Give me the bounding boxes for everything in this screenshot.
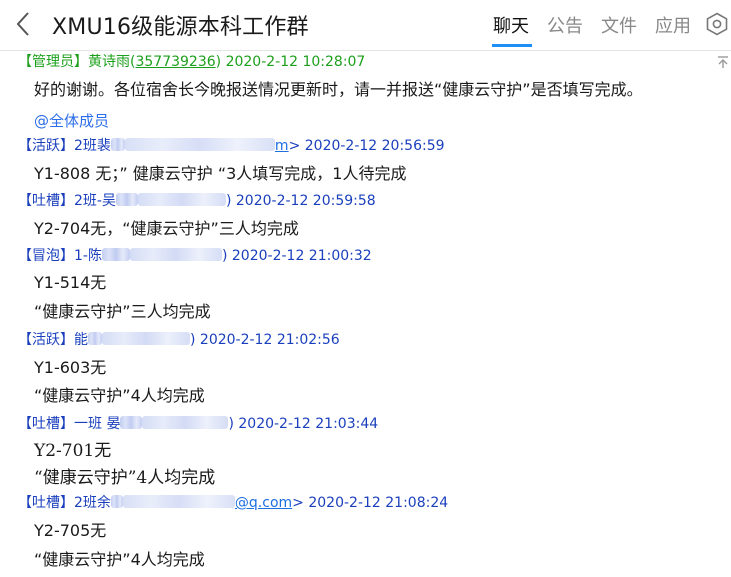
redacted-qq-blur bbox=[142, 416, 229, 429]
sender-close: ) bbox=[225, 193, 232, 209]
sender-qq-link[interactable]: 357739236 bbox=[135, 54, 215, 70]
sender-name[interactable]: 能 bbox=[74, 332, 88, 348]
redacted-qq-blur bbox=[129, 248, 222, 261]
message-text: 好的谢谢。各位宿舍长今晚报送情况更新时，请一并报送“健康云守护”是否填写完成。 bbox=[34, 80, 643, 99]
message-header: 【吐槽】2班余 @q.com> 2020-2-12 21:08:24 bbox=[18, 493, 448, 513]
message-time: 2020-2-12 21:03:44 bbox=[238, 416, 379, 432]
message-text: “健康云守护”4人均完成 bbox=[34, 550, 205, 569]
sender-name[interactable]: 1-陈 bbox=[74, 248, 102, 264]
redacted-qq-blur bbox=[137, 193, 226, 206]
gear-hexagon-icon bbox=[706, 12, 728, 36]
message-text: “健康云守护”4人均完成 bbox=[34, 468, 216, 488]
redacted-email-blur bbox=[122, 495, 235, 508]
member-badge: 【吐槽】 bbox=[18, 416, 74, 432]
message-text: “健康云守护”4人均完成 bbox=[34, 386, 205, 405]
message-text: Y1-514无 bbox=[34, 273, 107, 292]
member-badge: 【吐槽】 bbox=[18, 193, 74, 209]
tab-files[interactable]: 文件 bbox=[601, 12, 637, 38]
sender-name[interactable]: 一班 晏 bbox=[74, 416, 120, 432]
message-time: 2020-2-12 10:28:07 bbox=[225, 54, 366, 70]
sender-name[interactable]: 黄诗雨( bbox=[88, 54, 135, 70]
redacted-blur bbox=[110, 495, 123, 508]
message-header: 【活跃】能) 2020-2-12 21:02:56 bbox=[18, 330, 340, 350]
settings-button[interactable] bbox=[705, 12, 729, 36]
member-badge: 【管理员】 bbox=[18, 54, 88, 70]
message-list[interactable]: 【管理员】黄诗雨(357739236) 2020-2-12 10:28:07 好… bbox=[0, 50, 731, 577]
sender-name[interactable]: 2班余 bbox=[74, 495, 111, 511]
message-header: 【冒泡】1-陈) 2020-2-12 21:00:32 bbox=[18, 246, 372, 266]
redacted-blur bbox=[110, 138, 125, 151]
member-badge: 【吐槽】 bbox=[18, 495, 74, 511]
sender-email-link[interactable]: m bbox=[275, 138, 289, 154]
message-time: 2020-2-12 21:08:24 bbox=[308, 495, 449, 511]
tab-chat[interactable]: 聊天 bbox=[493, 12, 529, 38]
message-text: Y2-701无 bbox=[34, 441, 112, 461]
sender-close: ) bbox=[228, 416, 234, 432]
sender-email-link[interactable]: @q.com bbox=[235, 495, 292, 511]
sender-close: ) bbox=[221, 248, 228, 264]
message-text: “健康云守护”三人均完成 bbox=[34, 302, 211, 321]
redacted-qq-blur bbox=[102, 332, 190, 345]
message-header: 【吐槽】一班 晏) 2020-2-12 21:03:44 bbox=[18, 414, 378, 434]
redacted-blur bbox=[120, 416, 143, 429]
sender-close: > bbox=[292, 495, 304, 511]
sender-close: ) bbox=[215, 54, 222, 70]
tab-announcement[interactable]: 公告 bbox=[547, 12, 583, 38]
chevron-left-icon bbox=[16, 12, 29, 36]
back-button[interactable] bbox=[10, 8, 36, 40]
mention-all[interactable]: @全体成员 bbox=[34, 110, 109, 131]
message-header: 【活跃】2班裴 m> 2020-2-12 20:56:59 bbox=[18, 136, 445, 156]
redacted-blur bbox=[115, 193, 138, 206]
chat-header: XMU16级能源本科工作群 聊天 公告 文件 应用 bbox=[0, 0, 731, 51]
message-time: 2020-2-12 20:59:58 bbox=[235, 193, 376, 209]
message-header: 【吐槽】2班-吴) 2020-2-12 20:59:58 bbox=[18, 191, 376, 211]
group-title: XMU16级能源本科工作群 bbox=[52, 15, 309, 40]
redacted-email-blur bbox=[124, 138, 275, 151]
active-tab-indicator bbox=[492, 44, 532, 47]
sender-close: > bbox=[288, 138, 301, 154]
message-time: 2020-2-12 21:00:32 bbox=[231, 248, 372, 264]
redacted-blur bbox=[88, 332, 102, 345]
sender-close: ) bbox=[190, 332, 196, 348]
sender-name[interactable]: 2班-吴 bbox=[74, 193, 116, 209]
message-text: Y1-808 无；” 健康云守护 “3人填写完成，1人待完成 bbox=[34, 164, 407, 183]
message-text: Y2-705无 bbox=[34, 521, 107, 540]
tab-apps[interactable]: 应用 bbox=[655, 12, 691, 38]
message-header: 【管理员】黄诗雨(357739236) 2020-2-12 10:28:07 bbox=[18, 52, 365, 72]
sender-name[interactable]: 2班裴 bbox=[74, 138, 111, 154]
message-time: 2020-2-12 20:56:59 bbox=[304, 138, 445, 154]
message-text: Y1-603无 bbox=[34, 358, 107, 377]
member-badge: 【活跃】 bbox=[18, 138, 74, 154]
message-text: Y2-704无，“健康云守护”三人均完成 bbox=[34, 219, 299, 238]
member-badge: 【冒泡】 bbox=[18, 248, 74, 264]
member-badge: 【活跃】 bbox=[18, 332, 74, 348]
message-time: 2020-2-12 21:02:56 bbox=[199, 332, 340, 348]
redacted-blur bbox=[101, 248, 130, 261]
